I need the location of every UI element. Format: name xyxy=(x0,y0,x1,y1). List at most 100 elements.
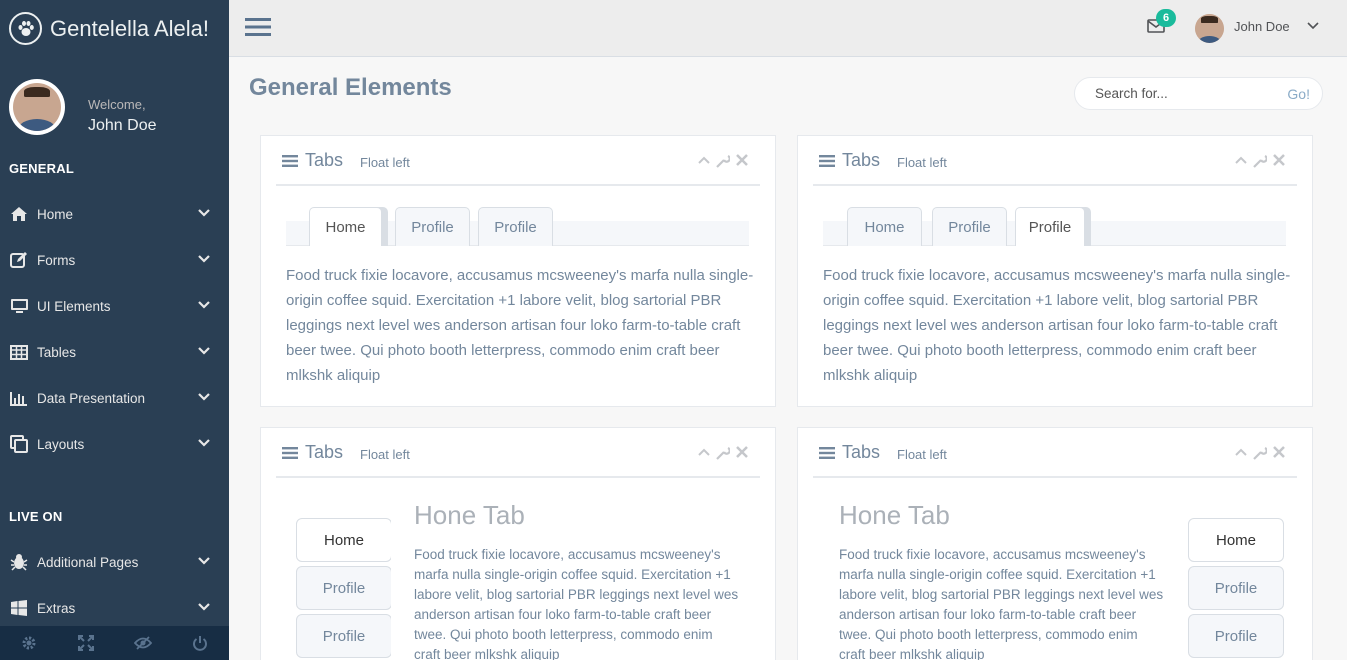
sidebar-item-label: Extras xyxy=(37,600,76,616)
tabs-panel-1: Tabs Float left Home Profile Profile Foo… xyxy=(260,135,776,407)
sidebar-item-label: Additional Pages xyxy=(37,554,139,570)
welcome-text: Welcome, xyxy=(88,97,146,112)
wrench-icon[interactable] xyxy=(1253,154,1267,168)
close-icon[interactable] xyxy=(1273,154,1285,166)
chevron-down-icon xyxy=(198,603,210,611)
chevron-up-icon[interactable] xyxy=(698,154,710,166)
tab-content-text: Food truck fixie locavore, accusamus mcs… xyxy=(414,547,739,660)
tab-content-title: Hone Tab xyxy=(414,500,525,530)
sidebar-item-label: Home xyxy=(37,206,74,222)
table-icon xyxy=(9,343,29,361)
sidebar-item-additional-pages[interactable]: Additional Pages xyxy=(0,542,229,582)
windows-icon xyxy=(9,599,29,617)
sidebar-item-label: UI Elements xyxy=(37,298,111,314)
tab-home[interactable]: Home xyxy=(847,207,922,246)
sidebar-item-label: Data Presentation xyxy=(37,390,146,406)
chevron-down-icon xyxy=(198,557,210,565)
notification-badge: 6 xyxy=(1156,9,1176,27)
tab-profile[interactable]: Profile xyxy=(1188,566,1284,610)
chevron-down-icon[interactable] xyxy=(1307,21,1319,31)
sidebar-item-data-presentation[interactable]: Data Presentation xyxy=(0,378,229,418)
bug-icon xyxy=(9,553,29,571)
power-icon xyxy=(193,635,208,651)
close-icon[interactable] xyxy=(1273,446,1285,458)
sidebar-item-label: Forms xyxy=(37,252,76,268)
search-bar: Go! xyxy=(1074,77,1323,110)
tab-profile[interactable]: Profile xyxy=(932,207,1007,246)
sidebar-footer xyxy=(0,626,229,660)
tab-profile[interactable]: Profile xyxy=(296,614,392,658)
tab-profile[interactable]: Profile xyxy=(1188,614,1284,658)
close-icon[interactable] xyxy=(736,446,748,458)
panel-title: Tabs xyxy=(842,150,881,170)
tab-home[interactable]: Home xyxy=(296,518,392,562)
panel-title: Tabs xyxy=(305,442,344,462)
fullscreen-button[interactable] xyxy=(57,626,114,660)
tab-home[interactable]: Home xyxy=(309,207,382,246)
brand[interactable]: Gentelella Alela! xyxy=(0,0,229,57)
bars-icon xyxy=(282,155,298,167)
tab-home[interactable]: Home xyxy=(1188,518,1284,562)
tab-content-title: Hone Tab xyxy=(839,500,950,530)
panel-subtitle: Float left xyxy=(360,447,410,462)
user-name[interactable]: John Doe xyxy=(1234,19,1290,34)
fullscreen-icon xyxy=(77,635,94,651)
panel-subtitle: Float left xyxy=(897,447,947,462)
avatar xyxy=(9,79,65,135)
clone-icon xyxy=(9,435,29,453)
sidebar-item-layouts[interactable]: Layouts xyxy=(0,424,229,464)
chevron-up-icon[interactable] xyxy=(698,446,710,458)
search-go-button[interactable]: Go! xyxy=(1287,86,1310,102)
logout-button[interactable] xyxy=(172,626,229,660)
section-title-general: GENERAL xyxy=(9,161,74,176)
panel-header: Tabs Float left xyxy=(813,428,1297,478)
panel-header: Tabs Float left xyxy=(813,136,1297,186)
tab-profile[interactable]: Profile xyxy=(1015,207,1085,246)
tabs-panel-3: Tabs Float left Home Profile Profile Hon… xyxy=(260,427,776,660)
panel-header: Tabs Float left xyxy=(276,428,760,478)
sidebar-item-forms[interactable]: Forms xyxy=(0,240,229,280)
eye-slash-icon xyxy=(134,636,153,650)
gear-icon xyxy=(22,636,36,650)
chevron-down-icon xyxy=(198,439,210,447)
tab-profile[interactable]: Profile xyxy=(296,566,392,610)
chevron-down-icon xyxy=(198,301,210,309)
chevron-down-icon xyxy=(198,393,210,401)
section-title-live-on: LIVE ON xyxy=(9,509,63,524)
lock-button[interactable] xyxy=(115,626,172,660)
sidebar-item-home[interactable]: Home xyxy=(0,194,229,234)
sidebar-item-ui-elements[interactable]: UI Elements xyxy=(0,286,229,326)
paw-icon xyxy=(9,12,42,45)
wrench-icon[interactable] xyxy=(716,154,730,168)
bar-chart-icon xyxy=(9,389,29,407)
panel-title: Tabs xyxy=(842,442,881,462)
menu-toggle-button[interactable] xyxy=(245,17,271,42)
tabs-panel-2: Tabs Float left Home Profile Profile Foo… xyxy=(797,135,1313,407)
edit-icon xyxy=(9,251,29,269)
close-icon[interactable] xyxy=(736,154,748,166)
chevron-down-icon xyxy=(198,209,210,217)
wrench-icon[interactable] xyxy=(1253,446,1267,460)
panel-header: Tabs Float left xyxy=(276,136,760,186)
settings-button[interactable] xyxy=(0,626,57,660)
bars-icon xyxy=(282,447,298,459)
wrench-icon[interactable] xyxy=(716,446,730,460)
sidebar-item-label: Tables xyxy=(37,344,77,360)
brand-title: Gentelella Alela! xyxy=(50,15,209,41)
sidebar-profile: Welcome, John Doe xyxy=(0,57,229,157)
avatar[interactable] xyxy=(1195,14,1224,43)
panel-subtitle: Float left xyxy=(360,155,410,170)
chevron-up-icon[interactable] xyxy=(1235,154,1247,166)
sidebar-item-tables[interactable]: Tables xyxy=(0,332,229,372)
profile-name: John Doe xyxy=(88,117,157,134)
tab-profile[interactable]: Profile xyxy=(478,207,553,246)
bars-icon xyxy=(819,447,835,459)
chevron-up-icon[interactable] xyxy=(1235,446,1247,458)
sidebar-item-extras[interactable]: Extras xyxy=(0,588,229,628)
search-input[interactable] xyxy=(1095,86,1275,101)
page-title: General Elements xyxy=(249,74,452,101)
tab-profile[interactable]: Profile xyxy=(395,207,470,246)
hamburger-icon xyxy=(245,18,271,36)
sidebar: Gentelella Alela! Welcome, John Doe GENE… xyxy=(0,0,229,660)
tab-content-text: Food truck fixie locavore, accusamus mcs… xyxy=(823,267,1291,384)
